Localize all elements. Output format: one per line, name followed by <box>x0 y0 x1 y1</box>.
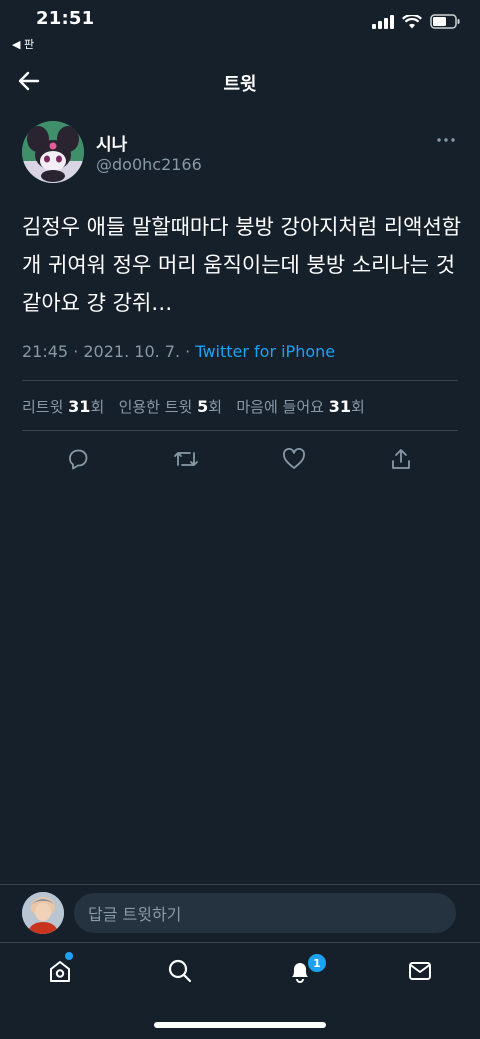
reply-button[interactable] <box>63 444 93 474</box>
quotes-suffix: 회 <box>208 398 223 416</box>
divider <box>22 380 458 381</box>
likes-count: 31 <box>328 397 351 416</box>
status-time: 21:51 <box>36 8 95 29</box>
likes-label: 마음에 들어요 <box>236 398 329 416</box>
retweets-label: 리트윗 <box>22 398 69 416</box>
likes-stat[interactable]: 마음에 들어요 31회 <box>236 397 365 416</box>
tweet-text: 김정우 애들 말할때마다 붕방 강아지처럼 리액션함 개 귀여워 정우 머리 움… <box>22 215 462 315</box>
reply-input[interactable]: 답글 트윗하기 <box>74 893 456 933</box>
home-indicator[interactable] <box>154 1022 326 1028</box>
quotes-count: 5 <box>197 397 209 416</box>
tweet-timestamp: 21:45 · 2021. 10. 7. · <box>22 342 196 361</box>
quotes-label: 인용한 트윗 <box>118 398 198 416</box>
reply-icon <box>69 449 88 470</box>
arrow-left-icon <box>18 71 40 91</box>
divider <box>0 884 480 885</box>
heart-icon <box>283 448 305 469</box>
tweet-actions <box>22 444 458 474</box>
signal-icon <box>372 14 394 29</box>
tab-messages[interactable] <box>405 956 435 986</box>
tweet-source-link[interactable]: Twitter for iPhone <box>195 342 335 361</box>
battery-icon <box>430 14 460 29</box>
retweet-button[interactable] <box>171 444 201 474</box>
user-avatar[interactable] <box>22 892 64 934</box>
author-display-name[interactable]: 시나 <box>96 130 127 155</box>
like-button[interactable] <box>279 444 309 474</box>
status-icons <box>372 14 460 29</box>
tweet-stats: 리트윗 31회 인용한 트윗 5회 마음에 들어요 31회 <box>22 396 365 417</box>
more-horizontal-icon <box>437 138 455 142</box>
notifications-badge: 1 <box>306 952 328 974</box>
mail-icon <box>409 962 431 980</box>
retweets-stat[interactable]: 리트윗 31회 <box>22 397 105 416</box>
back-button[interactable] <box>14 66 44 96</box>
new-content-dot <box>65 952 73 960</box>
retweets-count: 31 <box>68 397 91 416</box>
wifi-icon <box>402 14 422 28</box>
divider <box>0 942 480 943</box>
author-avatar[interactable] <box>22 121 84 183</box>
retweets-suffix: 회 <box>90 398 105 416</box>
tweet-meta: 21:45 · 2021. 10. 7. · Twitter for iPhon… <box>22 342 335 361</box>
likes-suffix: 회 <box>350 398 365 416</box>
avatar-image <box>22 121 84 183</box>
divider <box>22 430 458 431</box>
more-options-button[interactable] <box>436 130 456 150</box>
share-button[interactable] <box>386 444 416 474</box>
back-to-app-link[interactable]: ◀ 판 <box>12 36 34 52</box>
avatar-image <box>22 892 64 934</box>
tab-home[interactable] <box>45 956 75 986</box>
retweet-icon <box>174 452 198 466</box>
search-icon <box>168 959 192 983</box>
home-icon <box>50 961 70 982</box>
quotes-stat[interactable]: 인용한 트윗 5회 <box>118 397 223 416</box>
page-title: 트윗 <box>223 74 257 95</box>
share-icon <box>392 449 410 469</box>
author-handle[interactable]: @do0hc2166 <box>96 155 202 174</box>
tab-search[interactable] <box>165 956 195 986</box>
